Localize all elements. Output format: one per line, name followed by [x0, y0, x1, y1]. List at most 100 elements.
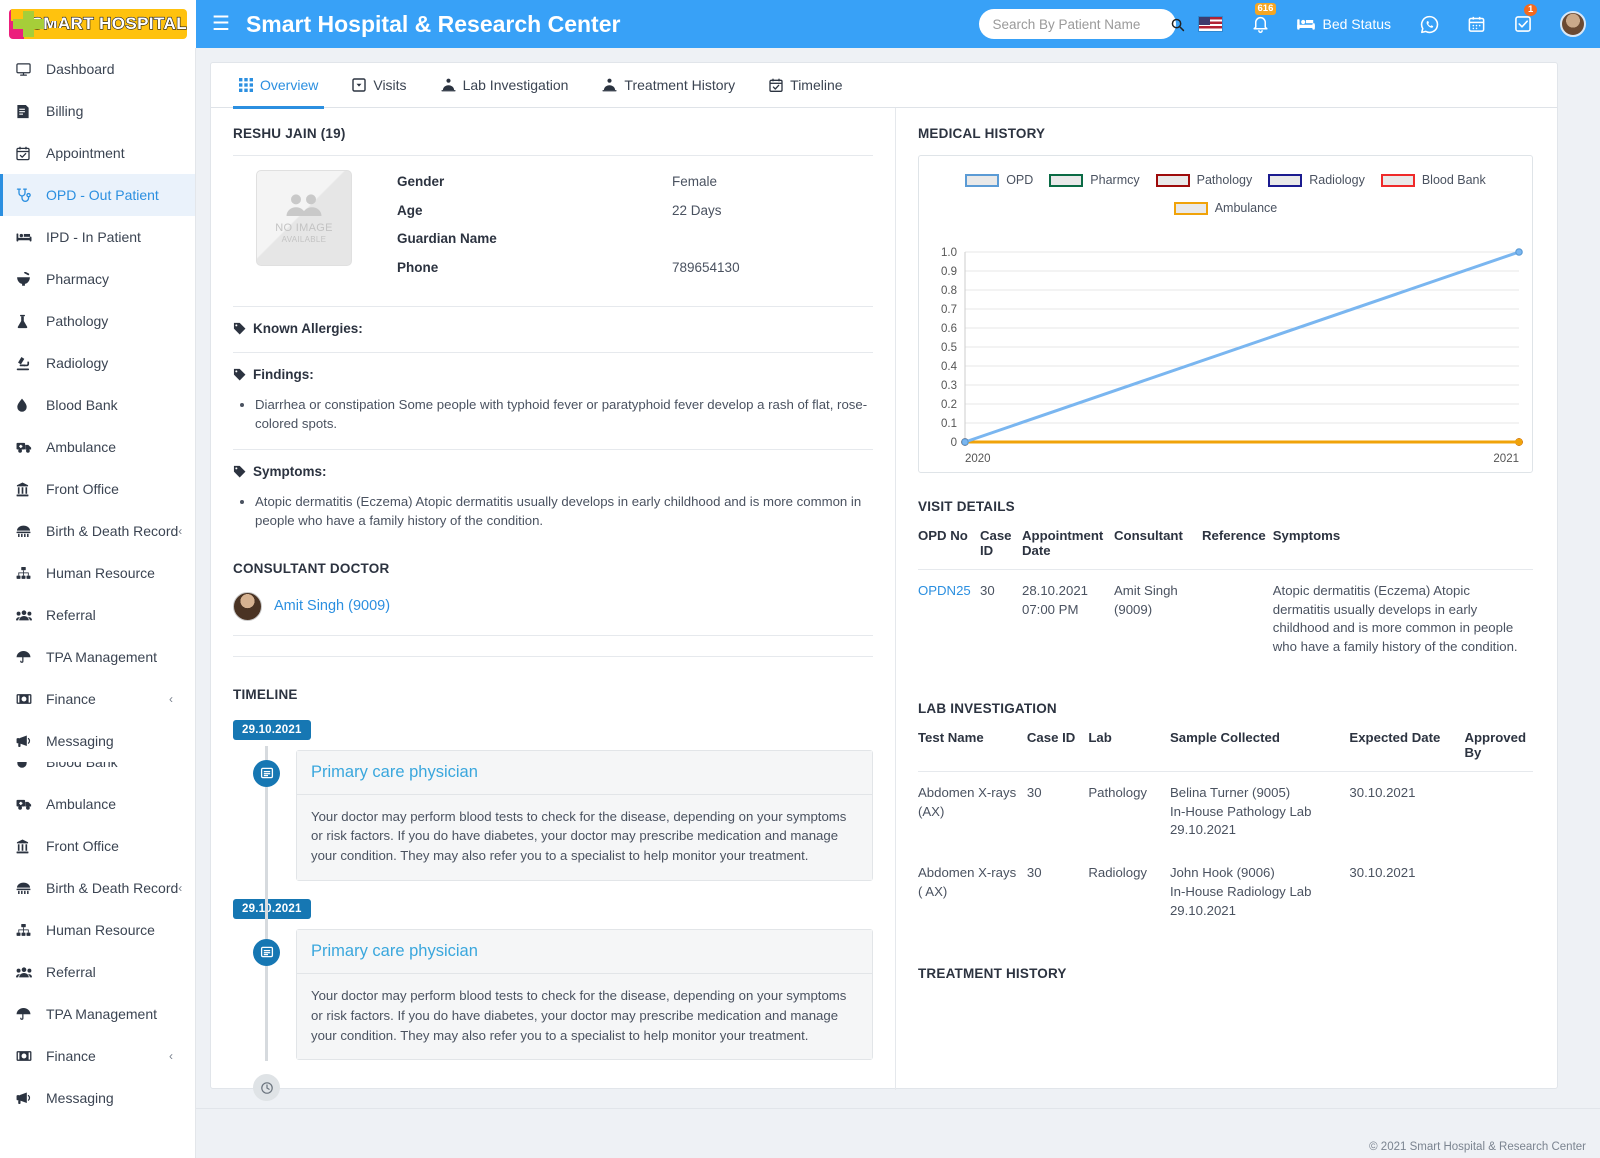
doctor-link[interactable]: Amit Singh (9009): [274, 598, 390, 614]
sidebar-item-messaging[interactable]: Messaging: [0, 1077, 195, 1119]
legend-item[interactable]: Blood Bank: [1381, 173, 1486, 187]
chevron-left-icon[interactable]: ‹: [169, 1049, 173, 1063]
hamburger-icon[interactable]: ☰: [212, 14, 230, 34]
sidebar-item-blood-bank[interactable]: Blood Bank: [0, 384, 195, 426]
legend-label: OPD: [1006, 173, 1033, 187]
legend-item[interactable]: Pathology: [1156, 173, 1253, 187]
legend-item[interactable]: Ambulance: [1174, 201, 1278, 215]
header-actions: 616 Bed Status: [979, 9, 1600, 39]
office-building-icon: [16, 482, 38, 497]
sidebar-item-opd-out-patient[interactable]: OPD - Out Patient: [0, 174, 195, 216]
records-icon: [16, 881, 38, 895]
sample-collected-cell: Belina Turner (9005) In-House Pathology …: [1170, 771, 1349, 852]
timeline-card: Primary care physician Your doctor may p…: [296, 929, 873, 1060]
tab-lab-investigation[interactable]: Lab Investigation: [424, 63, 586, 108]
timeline-card-title[interactable]: Primary care physician: [297, 930, 872, 974]
case-id-cell: 30: [1027, 771, 1088, 852]
sidebar-item-messaging[interactable]: Messaging: [0, 720, 195, 762]
sidebar-item-label: Ambulance: [46, 796, 116, 812]
sidebar-item-ipd-in-patient[interactable]: IPD - In Patient: [0, 216, 195, 258]
sidebar-item-front-office[interactable]: Front Office: [0, 825, 195, 867]
findings-heading: Findings:: [233, 367, 873, 382]
svg-text:0: 0: [951, 437, 957, 449]
search-box[interactable]: [979, 9, 1176, 39]
sidebar-item-finance[interactable]: Finance‹: [0, 1035, 195, 1077]
legend-swatch: [1174, 202, 1208, 215]
sidebar-item-human-resource[interactable]: Human Resource: [0, 909, 195, 951]
consultant-doctor-row[interactable]: Amit Singh (9009): [233, 592, 873, 621]
tab-bar[interactable]: Overview Visits Lab Investigation: [211, 63, 1557, 108]
chevron-left-icon[interactable]: ‹: [169, 692, 173, 706]
sidebar-item-label: Front Office: [46, 481, 119, 497]
divider: [233, 635, 873, 636]
treatment-history-heading: TREATMENT HISTORY: [918, 966, 1533, 981]
field-label: Guardian Name: [397, 231, 672, 246]
column-header: Case ID: [1027, 730, 1088, 772]
patient-field-list: GenderFemaleAge22 DaysGuardian NamePhone…: [397, 170, 740, 288]
opd-no-link[interactable]: OPDN25: [918, 570, 980, 669]
sidebar-item-pathology[interactable]: Pathology: [0, 300, 195, 342]
sidebar-item-blood-bank[interactable]: Blood Bank: [0, 762, 195, 783]
search-icon[interactable]: [1170, 17, 1185, 32]
column-header: Case ID: [980, 528, 1022, 570]
sidebar-item-dashboard[interactable]: Dashboard: [0, 48, 195, 90]
approved-by-cell: [1464, 771, 1533, 852]
column-header: Symptoms: [1273, 528, 1533, 570]
tab-overview[interactable]: Overview: [222, 63, 335, 108]
sidebar-item-ambulance[interactable]: Ambulance: [0, 426, 195, 468]
us-flag-icon[interactable]: [1198, 16, 1223, 32]
calendar-icon[interactable]: [1467, 14, 1486, 34]
sidebar-item-ambulance[interactable]: Ambulance: [0, 783, 195, 825]
sidebar-item-birth-death-record[interactable]: Birth & Death Record‹: [0, 867, 195, 909]
svg-text:1.0: 1.0: [941, 247, 957, 259]
timeline-card: Primary care physician Your doctor may p…: [296, 750, 873, 881]
sidebar-item-label: Birth & Death Record: [46, 880, 178, 896]
sidebar-item-human-resource[interactable]: Human Resource: [0, 552, 195, 594]
legend-item[interactable]: OPD: [965, 173, 1033, 187]
symptoms-cell: Atopic dermatitis (Eczema) Atopic dermat…: [1273, 570, 1533, 669]
section-label: Known Allergies:: [253, 321, 363, 336]
sidebar-item-front-office[interactable]: Front Office: [0, 468, 195, 510]
column-header: Sample Collected: [1170, 730, 1349, 772]
legend-item[interactable]: Radiology: [1268, 173, 1365, 187]
notification-bell[interactable]: 616: [1251, 14, 1270, 34]
sidebar-item-referral[interactable]: Referral: [0, 594, 195, 636]
column-header: Reference: [1202, 528, 1273, 570]
lab-cell: Radiology: [1088, 852, 1170, 932]
bell-icon[interactable]: [1251, 14, 1270, 34]
sidebar-item-appointment[interactable]: Appointment: [0, 132, 195, 174]
svg-text:0.8: 0.8: [941, 285, 957, 297]
tab-visits[interactable]: Visits: [335, 63, 423, 108]
doctor-avatar: [233, 592, 262, 621]
legend-swatch: [965, 174, 999, 187]
findings-list: Diarrhea or constipation Some people wit…: [255, 395, 873, 433]
tab-timeline[interactable]: Timeline: [752, 63, 859, 108]
lab-investigation-table: Test Name Case ID Lab Sample Collected E…: [918, 730, 1533, 932]
legend-item[interactable]: Pharmcy: [1049, 173, 1139, 187]
money-icon: [16, 1050, 38, 1062]
avatar[interactable]: [1560, 11, 1586, 37]
field-value: 22 Days: [672, 203, 722, 218]
no-image-label: NO IMAGE: [275, 222, 332, 234]
sidebar-nav[interactable]: DashboardBillingAppointmentOPD - Out Pat…: [0, 48, 196, 1158]
sidebar-item-tpa-management[interactable]: TPA Management: [0, 993, 195, 1035]
sidebar-item-radiology[interactable]: Radiology: [0, 342, 195, 384]
app-logo[interactable]: SMART HOSPITAL: [0, 0, 196, 48]
sidebar-item-billing[interactable]: Billing: [0, 90, 195, 132]
sidebar-item-finance[interactable]: Finance‹: [0, 678, 195, 720]
timeline-card-title[interactable]: Primary care physician: [297, 751, 872, 795]
sidebar-item-referral[interactable]: Referral: [0, 951, 195, 993]
sidebar-item-pharmacy[interactable]: Pharmacy: [0, 258, 195, 300]
table-header-row: OPD No Case ID Appointment Date Consulta…: [918, 528, 1533, 570]
chevron-left-icon[interactable]: ‹: [178, 524, 182, 538]
bed-status-button[interactable]: Bed Status: [1296, 16, 1392, 32]
task-checkbox-icon[interactable]: 1: [1513, 14, 1533, 34]
sidebar-item-tpa-management[interactable]: TPA Management: [0, 636, 195, 678]
sidebar-item-birth-death-record[interactable]: Birth & Death Record‹: [0, 510, 195, 552]
tab-treatment-history[interactable]: Treatment History: [585, 63, 752, 108]
chart-legend: OPD Pharmcy Pathology Radiology Blood Bank Am…: [919, 156, 1532, 215]
chevron-left-icon[interactable]: ‹: [178, 881, 182, 895]
timeline-heading: TIMELINE: [233, 687, 873, 702]
whatsapp-icon[interactable]: [1419, 14, 1440, 35]
search-input[interactable]: [993, 17, 1170, 32]
